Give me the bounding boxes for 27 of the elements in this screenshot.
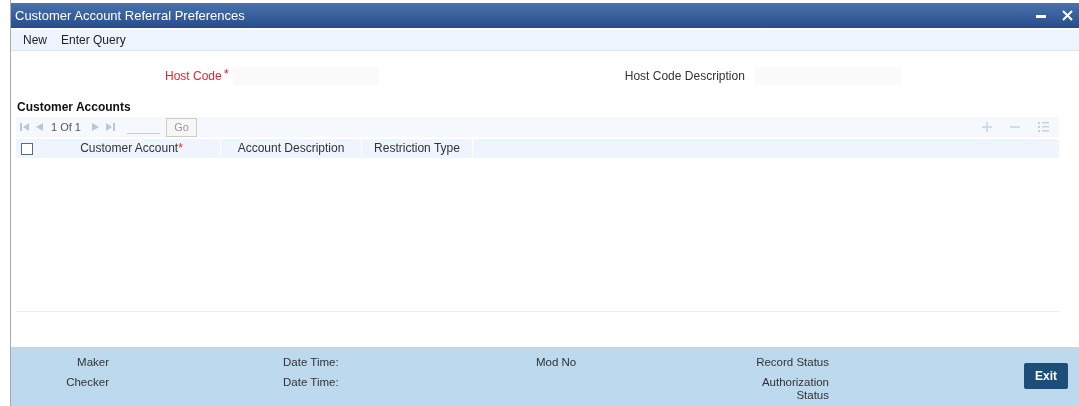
page-position: 1 Of 1 (51, 121, 81, 133)
footer-label: Mod No (535, 356, 578, 370)
required-asterisk: * (223, 66, 229, 81)
field-label: Host Code Description (624, 69, 745, 83)
first-page-icon (20, 122, 30, 132)
footer-label: Date Time: (282, 376, 340, 390)
list-icon[interactable] (1038, 122, 1049, 132)
footer-label: Maker (76, 356, 109, 370)
menu-item[interactable]: New (23, 33, 47, 47)
close-icon[interactable] (1062, 10, 1073, 21)
window-title: Customer Account Referral Preferences (15, 8, 246, 23)
footer-label: Authorization Status (760, 376, 829, 403)
column-header: Restriction Type (362, 139, 473, 158)
footer-label: Record Status (755, 356, 829, 370)
exit-button[interactable]: Exit (1024, 363, 1068, 389)
menu-item[interactable]: Enter Query (61, 33, 126, 47)
select-all-checkbox[interactable] (21, 142, 33, 155)
column-header: Account Description (221, 139, 362, 158)
column-header: Customer Account* (43, 139, 221, 158)
next-page-icon (90, 122, 101, 132)
previous-page-icon (34, 122, 44, 132)
add-row-icon[interactable] (982, 122, 992, 132)
last-page-icon (104, 122, 115, 132)
footer-label: Date Time: (282, 356, 340, 370)
section-title: Customer Accounts (17, 100, 132, 114)
field-label: Host Code (165, 69, 222, 83)
footer-label: Checker (65, 376, 109, 390)
